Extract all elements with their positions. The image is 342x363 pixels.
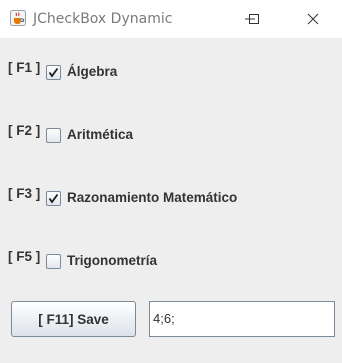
option-label[interactable]: Aritmética [67,127,133,142]
aritmetica-checkbox[interactable] [46,128,61,143]
restore-maximize-button[interactable] [231,0,277,38]
content-pane: [ F1 ] Álgebra [ F2 ] Aritmética [ F3 ] … [0,38,342,363]
option-row-trigonometria: [ F5 ] Trigonometría [8,249,157,271]
window-title: JCheckBox Dynamic [33,11,173,27]
java-cup-icon [10,10,26,26]
close-icon[interactable] [290,0,336,38]
option-label[interactable]: Razonamiento Matemático [67,190,237,205]
option-row-aritmetica: [ F2 ] Aritmética [8,123,133,145]
option-label[interactable]: Trigonometría [67,253,157,268]
option-row-razonamiento: [ F3 ] Razonamiento Matemático [8,186,237,208]
trigonometria-checkbox[interactable] [46,254,61,269]
save-button[interactable]: [ F11] Save [11,301,136,337]
option-label[interactable]: Álgebra [67,64,117,79]
option-row-algebra: [ F1 ] Álgebra [8,60,117,82]
result-text-field[interactable]: 4;6; [149,301,335,337]
shortcut-key-label: [ F1 ] [8,60,41,75]
algebra-checkbox[interactable] [46,65,61,80]
shortcut-key-label: [ F5 ] [8,249,41,264]
shortcut-key-label: [ F3 ] [8,186,41,201]
razonamiento-checkbox[interactable] [46,191,61,206]
shortcut-key-label: [ F2 ] [8,123,41,138]
